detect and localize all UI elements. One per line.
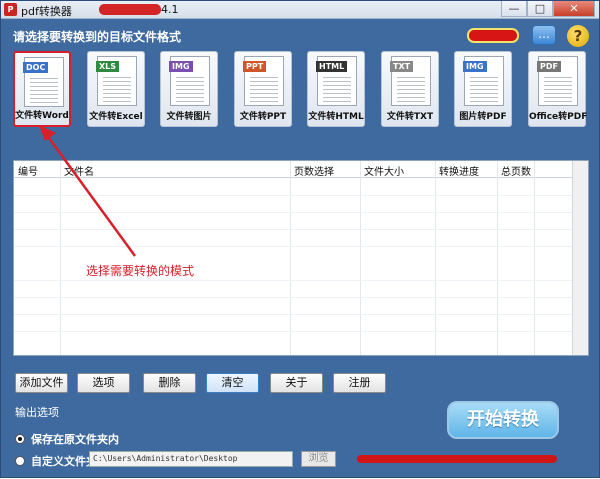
delete-button[interactable]: 删除	[143, 373, 196, 393]
mode-label: 文件转图片	[166, 112, 212, 122]
mode-label: Office转PDF	[529, 112, 588, 122]
window-title: pdf转换器	[21, 5, 72, 18]
mode-label: 文件转Excel	[89, 112, 143, 122]
vertical-scrollbar[interactable]	[572, 161, 588, 355]
mode-word[interactable]: DOC 文件转Word	[13, 51, 71, 127]
redaction-mark	[467, 28, 519, 43]
chat-icon[interactable]: …	[532, 25, 556, 45]
col-size[interactable]: 文件大小	[364, 163, 404, 178]
col-filename[interactable]: 文件名	[64, 163, 94, 178]
column-divider	[290, 161, 291, 355]
word-doc-icon: DOC	[23, 57, 64, 107]
txt-doc-icon: TXT	[390, 56, 431, 106]
col-number[interactable]: 编号	[18, 163, 38, 178]
radio-custom-folder[interactable]	[15, 456, 25, 466]
mode-office-to-pdf[interactable]: PDF Office转PDF	[528, 51, 588, 127]
clear-button[interactable]: 清空	[206, 373, 259, 393]
table-header: 编号 文件名 页数选择 文件大小 转换进度 总页数	[14, 161, 572, 178]
excel-doc-icon: XLS	[96, 56, 137, 106]
help-icon[interactable]: ?	[567, 25, 589, 47]
mode-img-to-pdf[interactable]: IMG 图片转PDF	[454, 51, 512, 127]
column-divider	[534, 161, 535, 355]
save-original-label: 保存在原文件夹内	[31, 433, 119, 446]
ppt-doc-icon: PPT	[243, 56, 284, 106]
row-divider	[14, 297, 572, 298]
row-divider	[14, 314, 572, 315]
format-prompt: 请选择要转换到的目标文件格式	[13, 30, 182, 44]
col-total[interactable]: 总页数	[501, 163, 531, 178]
options-button[interactable]: 选项	[77, 373, 130, 393]
custom-folder-label: 自定义文件夹	[31, 455, 97, 468]
maximize-button[interactable]: □	[527, 1, 553, 17]
start-convert-button[interactable]: 开始转换	[447, 401, 559, 439]
mode-ppt[interactable]: PPT 文件转PPT	[234, 51, 292, 127]
about-button[interactable]: 关于	[270, 373, 323, 393]
row-divider	[14, 195, 572, 196]
img-pdf-doc-icon: IMG	[463, 56, 504, 106]
row-divider	[14, 212, 572, 213]
output-options-title: 输出选项	[15, 406, 59, 419]
annotation-text: 选择需要转换的模式	[86, 264, 195, 278]
window-controls: — □ ✕	[501, 1, 595, 17]
mode-txt[interactable]: TXT 文件转TXT	[381, 51, 439, 127]
column-divider	[497, 161, 498, 355]
mode-label: 文件转HTML	[308, 112, 364, 122]
col-pages[interactable]: 页数选择	[294, 163, 334, 178]
radio-save-original[interactable]	[15, 434, 25, 444]
column-divider	[435, 161, 436, 355]
redaction-mark	[99, 4, 161, 15]
mode-label: 文件转TXT	[386, 112, 434, 122]
mode-label: 图片转PDF	[459, 112, 507, 122]
mode-image[interactable]: IMG 文件转图片	[160, 51, 218, 127]
pdf-doc-icon: PDF	[537, 56, 578, 106]
row-divider	[14, 229, 572, 230]
mode-excel[interactable]: XLS 文件转Excel	[87, 51, 145, 127]
mode-selector: DOC 文件转Word XLS 文件转Excel IMG 文件转图片 PPT 文…	[13, 51, 589, 129]
mode-label: 文件转PPT	[239, 112, 287, 122]
row-divider	[14, 280, 572, 281]
row-divider	[14, 331, 572, 332]
register-button[interactable]: 注册	[333, 373, 386, 393]
browse-button[interactable]: 浏览	[301, 451, 336, 467]
save-original-option[interactable]: 保存在原文件夹内	[15, 431, 119, 447]
image-doc-icon: IMG	[169, 56, 210, 106]
column-divider	[360, 161, 361, 355]
column-divider	[60, 161, 61, 355]
custom-folder-option[interactable]: 自定义文件夹	[15, 453, 97, 469]
app-logo-icon: P	[4, 3, 17, 16]
row-divider	[14, 246, 572, 247]
output-path-field[interactable]: C:\Users\Administrator\Desktop	[89, 451, 293, 467]
mode-html[interactable]: HTML 文件转HTML	[307, 51, 365, 127]
title-bar[interactable]: P pdf转换器 4.1 — □ ✕	[1, 1, 599, 19]
close-button[interactable]: ✕	[553, 1, 595, 17]
html-doc-icon: HTML	[316, 56, 357, 106]
minimize-button[interactable]: —	[501, 1, 527, 17]
window-version: 4.1	[161, 3, 179, 16]
app-window: P pdf转换器 4.1 — □ ✕ 请选择要转换到的目标文件格式 … ? DO…	[0, 0, 600, 478]
redaction-mark	[357, 455, 557, 463]
col-progress[interactable]: 转换进度	[439, 163, 479, 178]
file-table[interactable]: 编号 文件名 页数选择 文件大小 转换进度 总页数 选择需要转换的模式	[13, 160, 589, 356]
add-file-button[interactable]: 添加文件	[15, 373, 68, 393]
mode-label: 文件转Word	[15, 111, 69, 121]
